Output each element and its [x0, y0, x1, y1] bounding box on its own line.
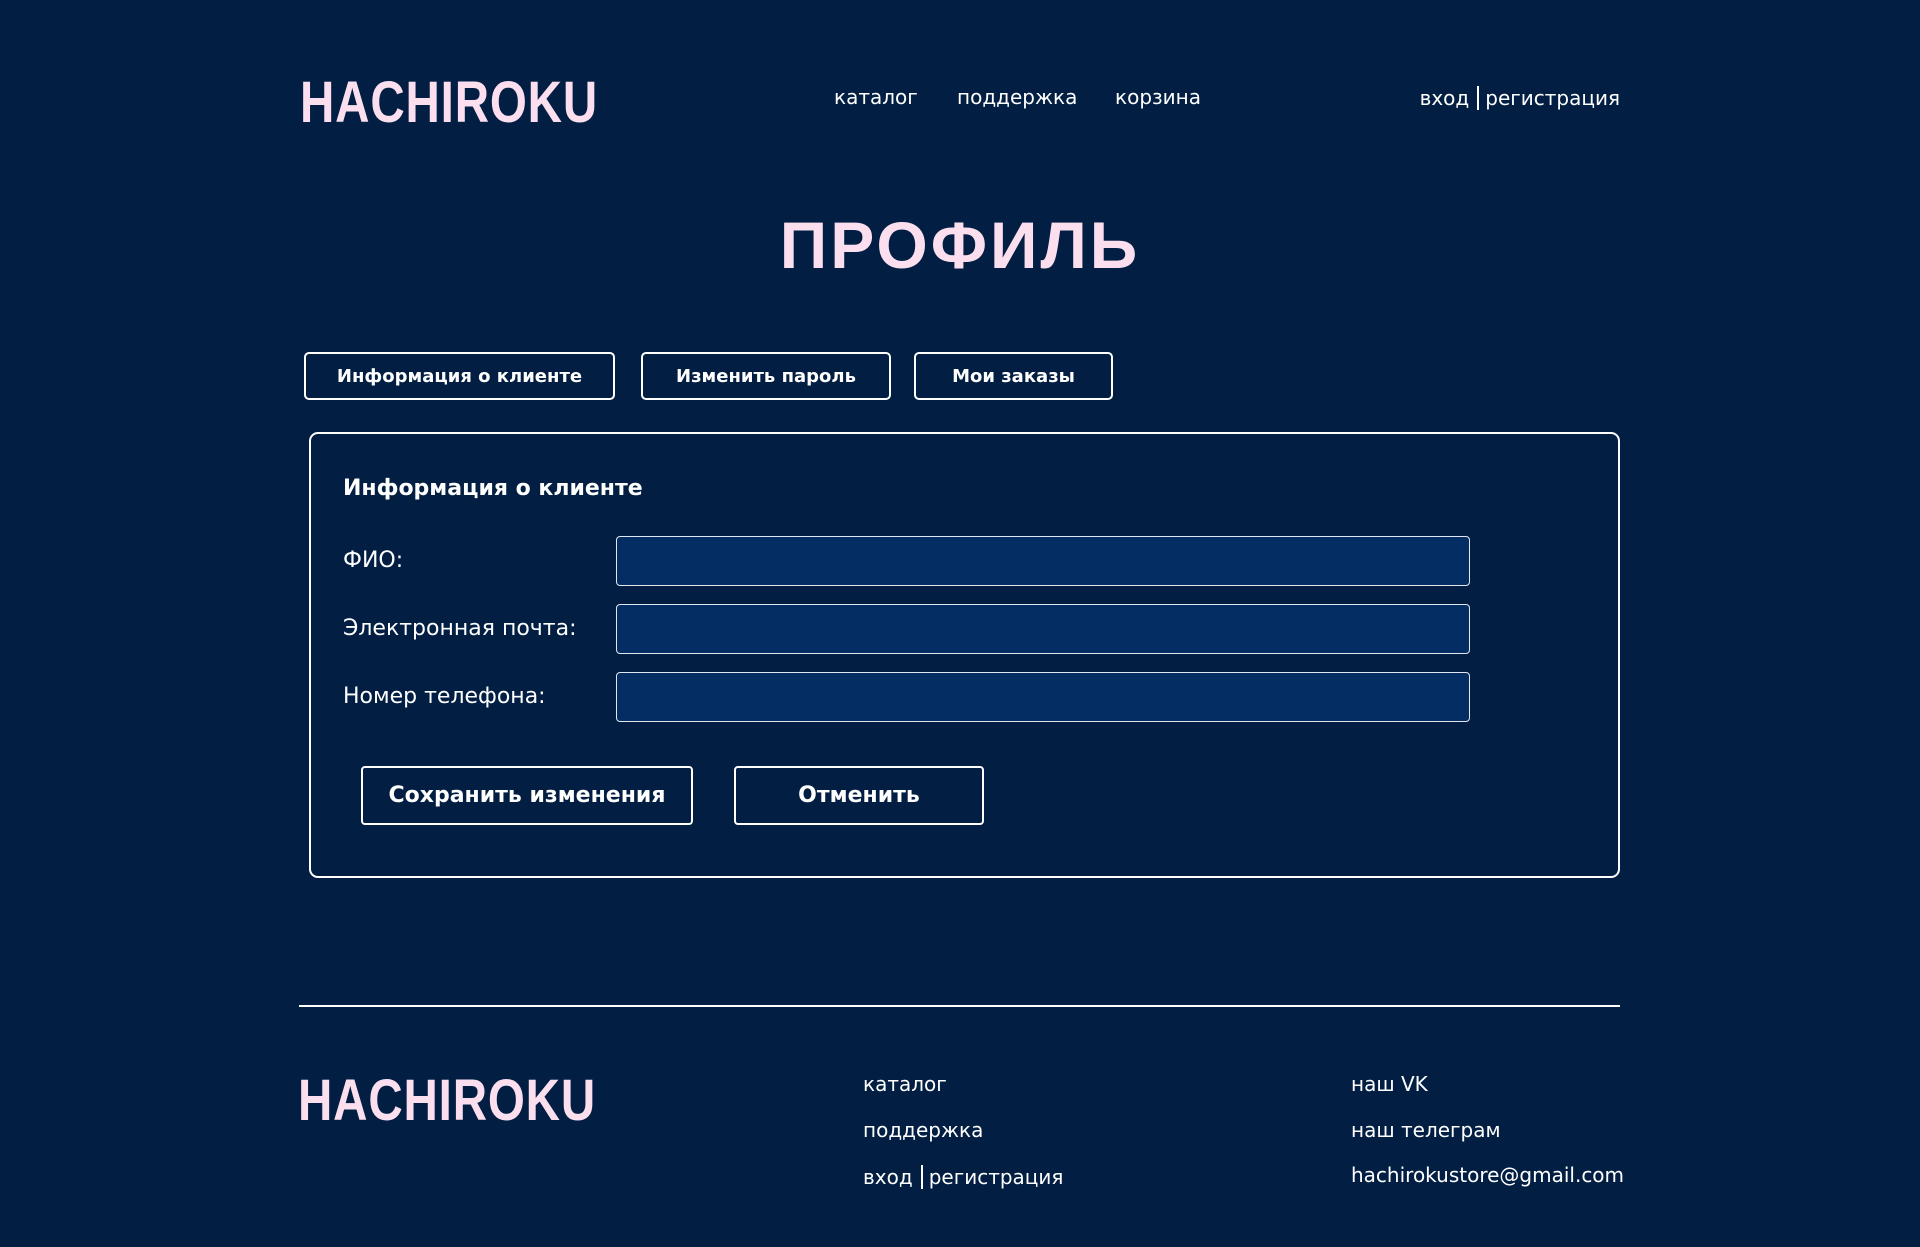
cancel-button[interactable]: Отменить: [734, 766, 984, 825]
register-link[interactable]: регистрация: [1485, 86, 1620, 110]
footer-email-link[interactable]: hachirokustore@gmail.com: [1351, 1165, 1624, 1185]
fio-field[interactable]: [616, 536, 1470, 586]
auth-divider: [1477, 86, 1480, 110]
nav-cart-link[interactable]: корзина: [1115, 87, 1201, 107]
panel-title: Информация о клиенте: [343, 476, 643, 501]
footer-telegram-link[interactable]: наш телеграм: [1351, 1120, 1501, 1140]
footer-divider: [299, 1005, 1620, 1007]
nav-catalog-link[interactable]: каталог: [834, 87, 918, 107]
fio-label: ФИО:: [343, 548, 404, 573]
footer-logo[interactable]: HACHIROKU: [298, 1072, 596, 1130]
email-label: Электронная почта:: [343, 616, 577, 641]
footer-catalog-link[interactable]: каталог: [863, 1074, 947, 1094]
header-auth: вход регистрация: [1420, 86, 1620, 110]
nav-support-link[interactable]: поддержка: [957, 87, 1077, 107]
page-title: ПРОФИЛЬ: [779, 208, 1141, 282]
phone-label: Номер телефона:: [343, 684, 546, 709]
phone-field[interactable]: [616, 672, 1470, 722]
footer-auth: вход регистрация: [863, 1165, 1063, 1189]
tab-change-password[interactable]: Изменить пароль: [641, 352, 891, 400]
save-button[interactable]: Сохранить изменения: [361, 766, 693, 825]
footer-register-link[interactable]: регистрация: [929, 1165, 1064, 1189]
footer-support-link[interactable]: поддержка: [863, 1120, 983, 1140]
header-logo[interactable]: HACHIROKU: [300, 74, 598, 132]
client-info-panel: Информация о клиенте ФИО: Электронная по…: [309, 432, 1620, 878]
footer-vk-link[interactable]: наш VK: [1351, 1074, 1428, 1094]
login-link[interactable]: вход: [1420, 86, 1470, 110]
tab-client-info[interactable]: Информация о клиенте: [304, 352, 615, 400]
footer-login-link[interactable]: вход: [863, 1165, 913, 1189]
tab-my-orders[interactable]: Мои заказы: [914, 352, 1113, 400]
footer-auth-divider: [920, 1165, 923, 1189]
email-field[interactable]: [616, 604, 1470, 654]
